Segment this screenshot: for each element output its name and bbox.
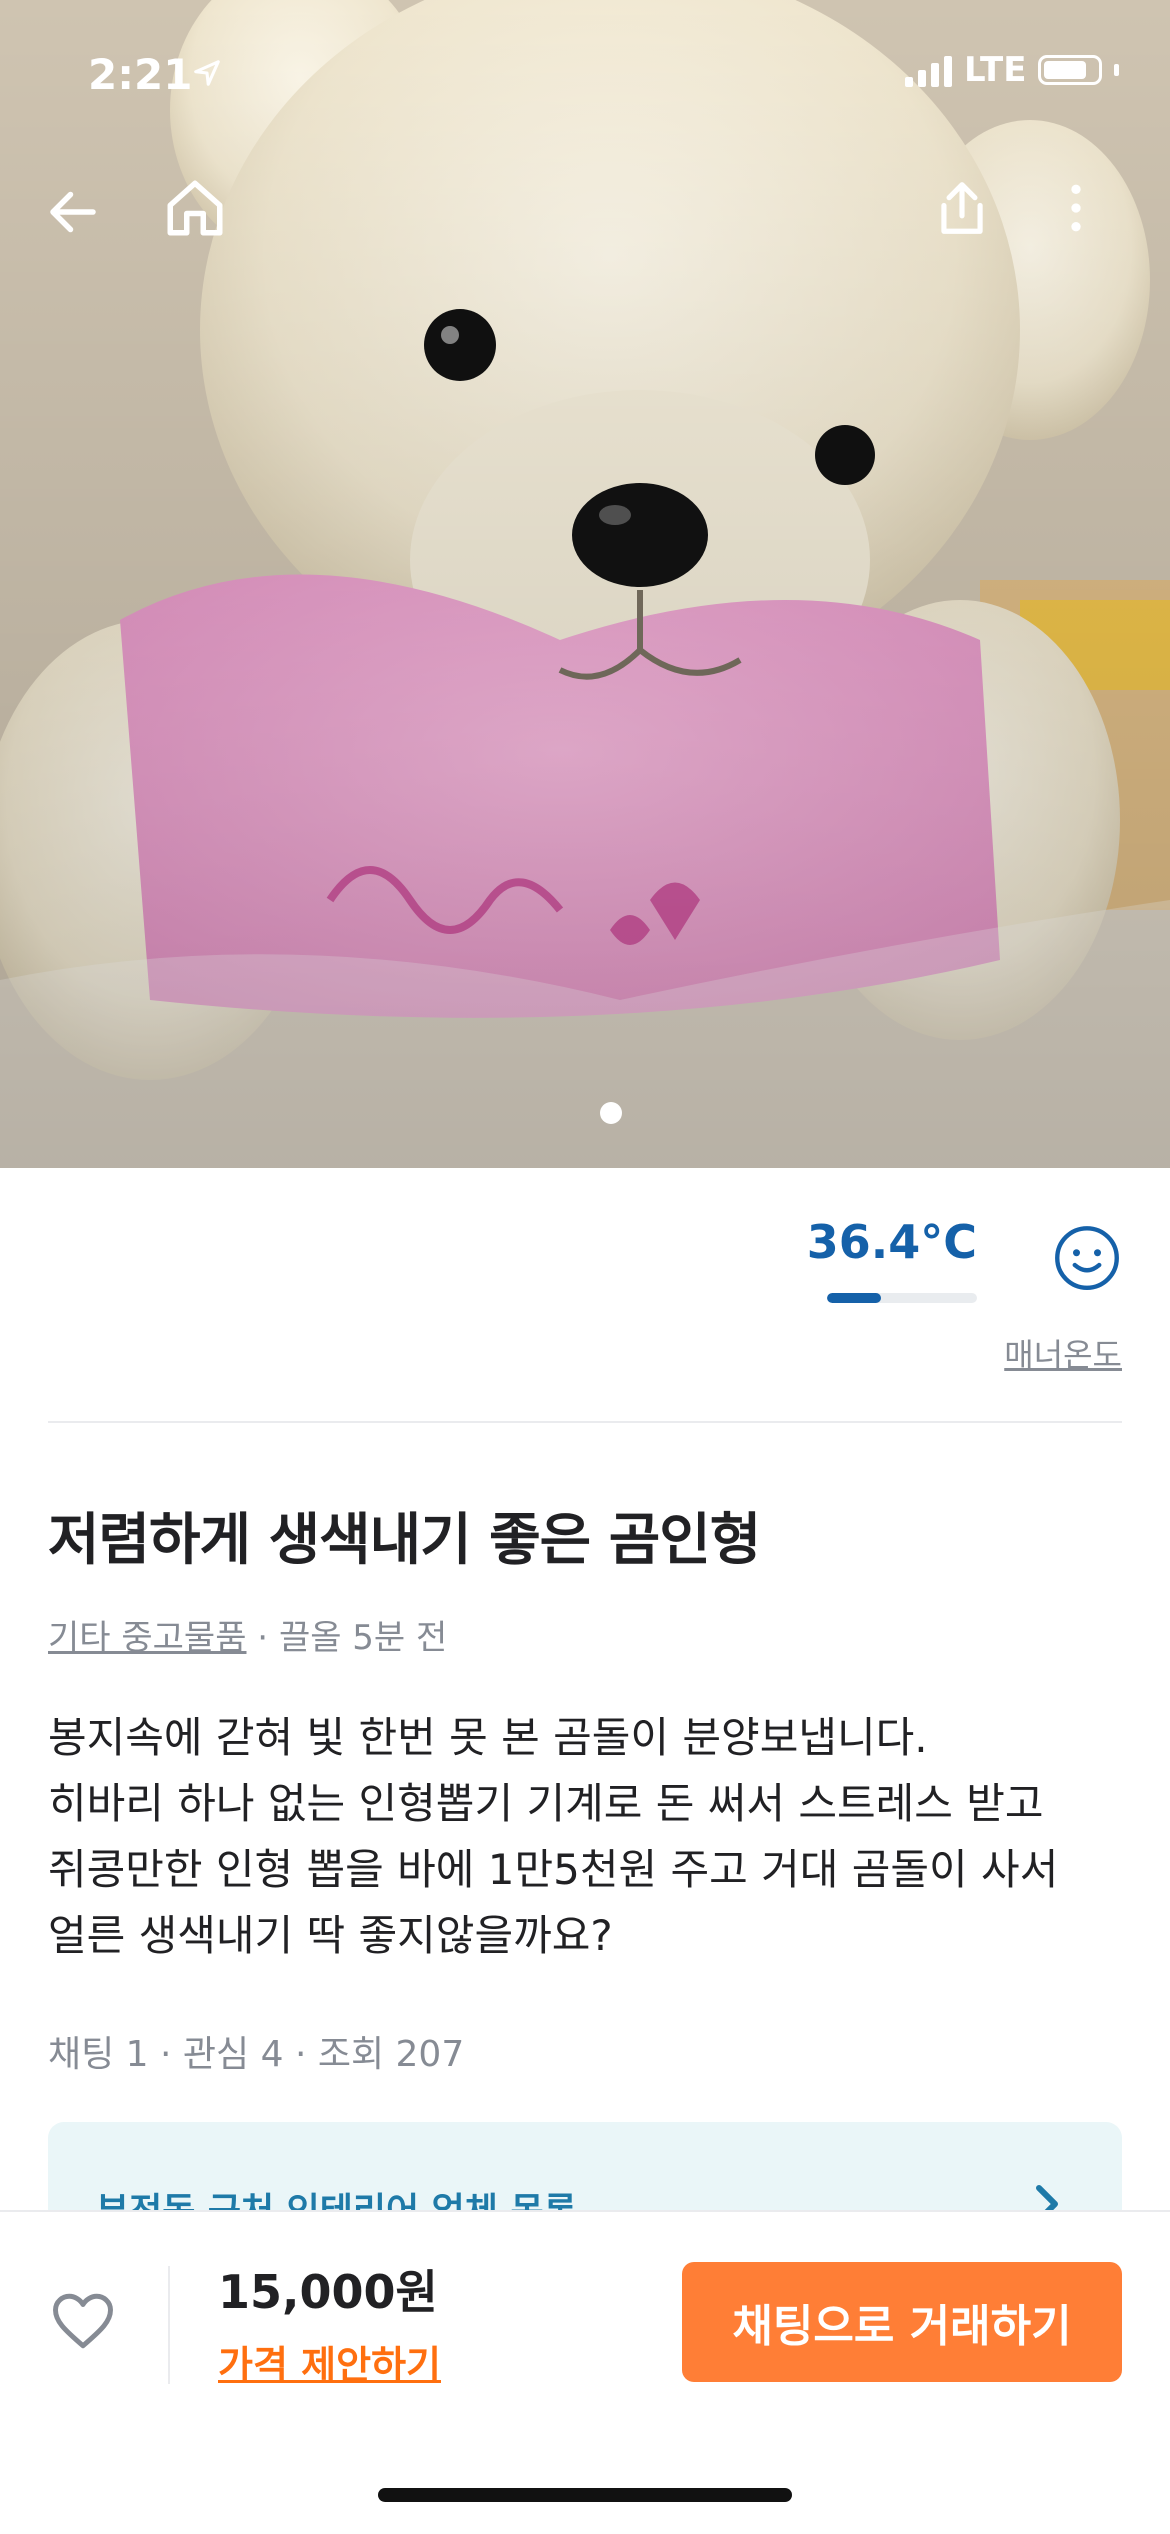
manner-temperature-label[interactable]: 매너온도 (1004, 1330, 1122, 1376)
more-vertical-icon (1071, 184, 1081, 232)
description-line: 봉지속에 갇혀 빛 한번 못 본 곰돌이 분양보냅니다. (48, 1713, 928, 1762)
location-arrow-icon (194, 60, 220, 86)
share-icon (941, 182, 983, 234)
home-button[interactable] (155, 168, 235, 248)
gallery-page-indicator (600, 1102, 622, 1124)
status-indicators: LTE (905, 50, 1120, 90)
chat-trade-button[interactable]: 채팅으로 거래하기 (682, 2262, 1122, 2382)
price-offer-link[interactable]: 가격 제안하기 (218, 2334, 441, 2389)
bottom-action-bar: 15,000원 가격 제안하기 채팅으로 거래하기 (0, 2210, 1170, 2534)
manner-temperature[interactable]: 36.4°C 매너온도 (702, 1215, 1122, 1375)
smile-face-icon (1055, 1226, 1119, 1290)
share-button[interactable] (922, 168, 1002, 248)
post-description: 봉지속에 갇혀 빛 한번 못 본 곰돌이 분양보냅니다. 히바리 하나 없는 인… (48, 1705, 1128, 1969)
description-line: 히바리 하나 없는 인형뽑기 기계로 돈 써서 스트레스 받고 (48, 1779, 1044, 1828)
manner-temperature-bar (827, 1293, 977, 1303)
status-time: 2:21 (88, 50, 193, 99)
product-photo[interactable]: 2:21 LTE (0, 0, 1170, 1168)
more-button[interactable] (1036, 168, 1116, 248)
cellular-signal-icon (905, 53, 952, 87)
home-indicator (378, 2488, 792, 2502)
divider (168, 2266, 170, 2384)
post-meta: 기타 중고물품 · 끌올 5분 전 (48, 1610, 447, 1659)
heart-outline-icon[interactable] (50, 2290, 116, 2352)
manner-temperature-value: 36.4°C (806, 1215, 977, 1269)
divider (48, 1421, 1122, 1423)
description-line: 얼른 생색내기 딱 좋지않을까요? (48, 1911, 613, 1960)
description-line: 쥐콩만한 인형 뽑을 바에 1만5천원 주고 거대 곰돌이 사서 (48, 1845, 1059, 1894)
manner-temperature-fill (827, 1293, 881, 1303)
meta-separator: · (246, 1618, 279, 1658)
post-title: 저렴하게 생색내기 좋은 곰인형 (48, 1508, 761, 1573)
arrow-left-icon (50, 191, 96, 233)
price: 15,000원 (218, 2265, 438, 2319)
post-stats: 채팅 1 · 관심 4 · 조회 207 (48, 2034, 465, 2075)
post-time: 끌올 5분 전 (278, 1618, 448, 1658)
battery-icon (1038, 55, 1103, 85)
post-category-link[interactable]: 기타 중고물품 (48, 1618, 247, 1658)
network-type: LTE (964, 50, 1027, 90)
home-icon (167, 180, 223, 236)
back-button[interactable] (33, 172, 113, 252)
